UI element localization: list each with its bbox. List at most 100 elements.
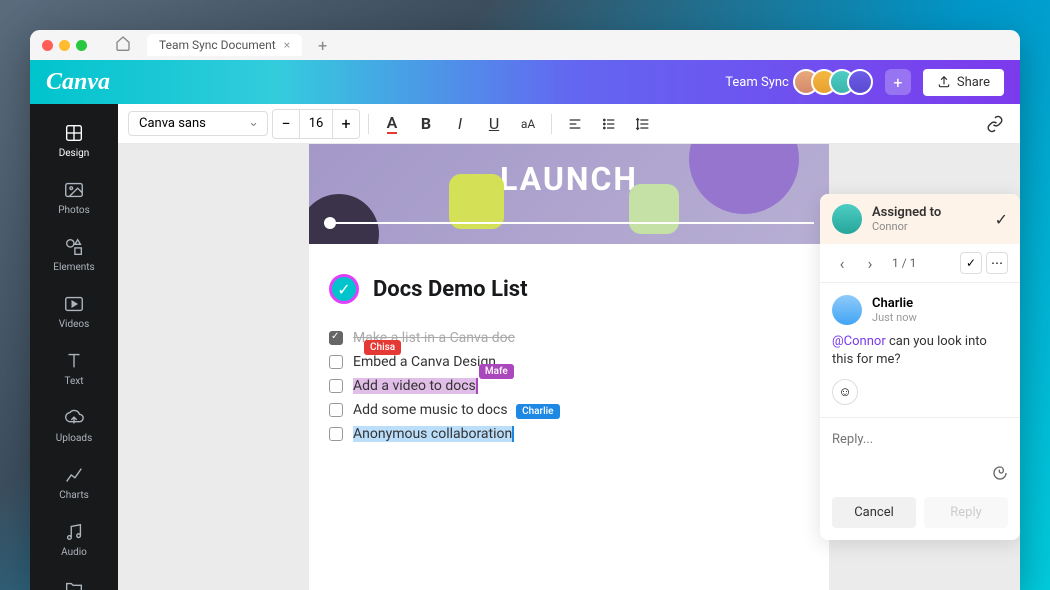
text-icon (63, 350, 85, 372)
window-maximize[interactable] (76, 40, 87, 51)
sidebar-label: Audio (61, 547, 87, 558)
list-button[interactable] (594, 109, 624, 139)
list-item[interactable]: Anonymous collaboration (329, 422, 809, 446)
document-page[interactable]: LAUNCH ✓ Docs Demo List Make a list in a… (309, 144, 829, 590)
sidebar-label: Charts (59, 490, 89, 501)
collaborator-avatars[interactable] (801, 69, 873, 95)
italic-button[interactable]: I (445, 109, 475, 139)
link-button[interactable] (980, 109, 1010, 139)
assigned-name: Connor (872, 220, 985, 233)
comment-time: Just now (872, 311, 917, 324)
align-button[interactable] (560, 109, 590, 139)
checkbox[interactable] (329, 331, 343, 345)
attach-icon[interactable] (992, 465, 1008, 485)
mark-done-button[interactable]: ✓ (960, 252, 982, 274)
spacing-button[interactable] (628, 109, 658, 139)
sidebar-item-charts[interactable]: Charts (30, 454, 118, 511)
add-collaborator-button[interactable]: + (885, 69, 911, 95)
sidebar-label: Videos (59, 319, 90, 330)
app-topbar: Canva Team Sync + Share (30, 60, 1020, 104)
sidebar-label: Design (59, 148, 90, 159)
uploads-icon (63, 407, 85, 429)
list-text[interactable]: Anonymous collaboration (353, 426, 514, 442)
font-family-select[interactable]: Canva sans (128, 111, 268, 136)
collab-cursor-chisa: Chisa (364, 340, 401, 355)
comment-nav: ‹ › 1 / 1 ✓ ⋯ (820, 244, 1020, 283)
window-close[interactable] (42, 40, 53, 51)
list-item[interactable]: Embed a Canva Design Chisa (329, 350, 809, 374)
checkbox[interactable] (329, 403, 343, 417)
share-button[interactable]: Share (923, 69, 1004, 96)
font-size-stepper: − 16 + (272, 109, 360, 139)
design-icon (63, 122, 85, 144)
underline-button[interactable]: U (479, 109, 509, 139)
sidebar-label: Uploads (56, 433, 92, 444)
sidebar-label: Photos (58, 205, 90, 216)
sidebar-item-design[interactable]: Design (30, 112, 118, 169)
text-color-button[interactable]: A (377, 109, 407, 139)
checkbox[interactable] (329, 427, 343, 441)
sidebar-item-audio[interactable]: Audio (30, 511, 118, 568)
share-label: Share (957, 75, 990, 90)
document-canvas[interactable]: LAUNCH ✓ Docs Demo List Make a list in a… (118, 144, 1020, 590)
banner-image[interactable]: LAUNCH (309, 144, 829, 244)
banner-headline: LAUNCH (500, 160, 638, 198)
reply-input[interactable] (832, 432, 1008, 447)
sidebar-item-photos[interactable]: Photos (30, 169, 118, 226)
comment-panel: Assigned to Connor ✓ ‹ › 1 / 1 ✓ ⋯ (820, 194, 1020, 540)
font-size-increase[interactable]: + (333, 110, 359, 138)
cancel-button[interactable]: Cancel (832, 497, 916, 528)
font-size-decrease[interactable]: − (273, 110, 299, 138)
resolve-check-icon[interactable]: ✓ (995, 210, 1008, 229)
home-icon[interactable] (115, 35, 131, 55)
font-size-value[interactable]: 16 (299, 110, 333, 138)
tab-close-icon[interactable]: × (284, 38, 290, 52)
folders-icon (63, 578, 85, 590)
check-badge-icon: ✓ (329, 274, 359, 304)
audio-icon (63, 521, 85, 543)
comment-author-avatar (832, 295, 862, 325)
team-name: Team Sync (725, 75, 789, 90)
list-text[interactable]: Embed a Canva Design (353, 354, 496, 370)
list-text[interactable]: Add a video to docs (353, 378, 478, 394)
case-button[interactable]: aA (513, 109, 543, 139)
list-item[interactable]: Add some music to docs Charlie (329, 398, 809, 422)
mention[interactable]: @Connor (832, 334, 886, 349)
avatar[interactable] (847, 69, 873, 95)
comment-author: Charlie (872, 296, 917, 311)
window-minimize[interactable] (59, 40, 70, 51)
sidebar-item-folders[interactable]: Folders (30, 568, 118, 590)
assigned-label: Assigned to (872, 205, 985, 220)
elements-icon (63, 236, 85, 258)
titlebar: Team Sync Document × + (30, 30, 1020, 60)
assignee-avatar (832, 204, 862, 234)
next-comment-button[interactable]: › (860, 253, 880, 273)
sidebar-item-text[interactable]: Text (30, 340, 118, 397)
comment-count: 1 / 1 (892, 256, 916, 270)
add-reaction-button[interactable]: ☺ (832, 379, 858, 405)
sidebar-label: Elements (53, 262, 94, 273)
sidebar: Design Photos Elements Videos Text Uploa… (30, 104, 118, 590)
list-item[interactable]: Add a video to docs Mafe (329, 374, 809, 398)
doc-heading[interactable]: Docs Demo List (373, 277, 528, 302)
list-text[interactable]: Add some music to docs (353, 402, 508, 418)
collab-cursor-mafe: Mafe (479, 364, 514, 379)
sidebar-item-elements[interactable]: Elements (30, 226, 118, 283)
browser-tab[interactable]: Team Sync Document × (147, 34, 302, 56)
comment-text: @Connor can you look into this for me? (832, 333, 1008, 369)
bold-button[interactable]: B (411, 109, 441, 139)
checkbox[interactable] (329, 379, 343, 393)
more-options-button[interactable]: ⋯ (986, 252, 1008, 274)
collab-cursor-charlie: Charlie (516, 404, 559, 419)
prev-comment-button[interactable]: ‹ (832, 253, 852, 273)
new-tab-button[interactable]: + (318, 36, 327, 55)
canva-logo[interactable]: Canva (46, 69, 110, 96)
tab-title: Team Sync Document (159, 38, 276, 52)
sidebar-item-videos[interactable]: Videos (30, 283, 118, 340)
sidebar-item-uploads[interactable]: Uploads (30, 397, 118, 454)
photos-icon (63, 179, 85, 201)
assigned-bar: Assigned to Connor ✓ (820, 194, 1020, 244)
reply-button[interactable]: Reply (924, 497, 1008, 528)
sidebar-label: Text (64, 376, 83, 387)
checkbox[interactable] (329, 355, 343, 369)
